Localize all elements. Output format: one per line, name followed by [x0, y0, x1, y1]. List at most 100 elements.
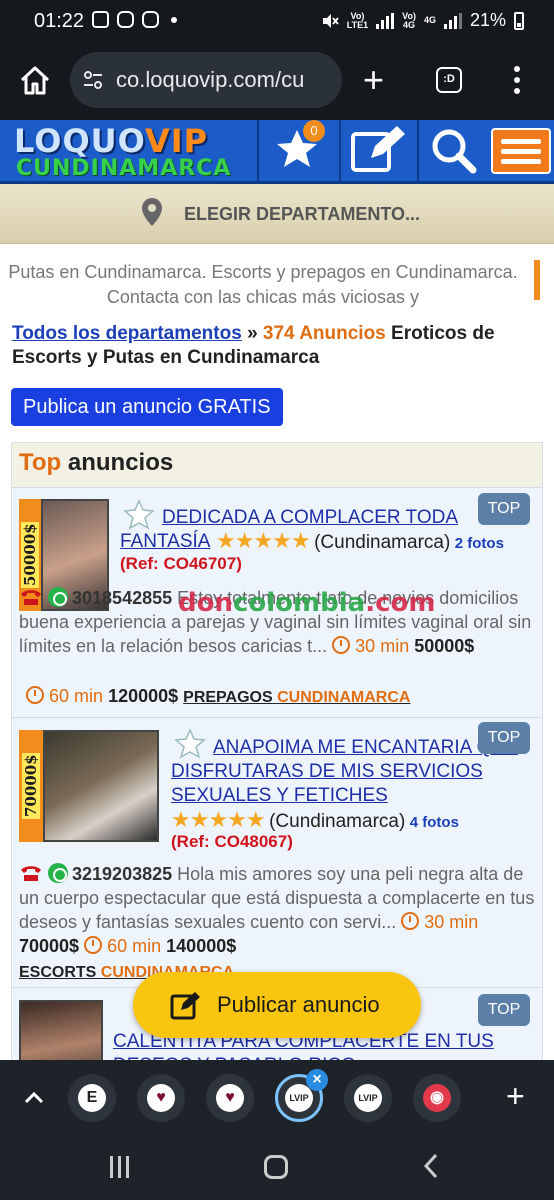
listing-ref: (Ref: CO46707) [120, 554, 242, 573]
add-tab-button[interactable]: + [506, 1078, 525, 1115]
lte1-label: LTE1 [346, 19, 369, 30]
home-icon[interactable] [18, 64, 52, 98]
listing-meta: ★★★★★ (Cundinamarca) 2 fotos [216, 528, 504, 554]
edit-icon [170, 992, 200, 1020]
listing-photo-count[interactable]: 2 fotos [455, 535, 504, 552]
browser-tab-strip: E ♥ ♥ LVIP × LVIP ◉ + [0, 1060, 554, 1136]
recent-apps-icon[interactable] [110, 1156, 132, 1178]
listing-photo[interactable] [19, 1000, 103, 1060]
signal-icon-2 [443, 12, 462, 29]
rating-stars: ★★★★★ [171, 807, 266, 832]
site-settings-icon[interactable] [82, 69, 104, 91]
search-icon [432, 129, 477, 174]
price-tag-text: 70000$ [22, 752, 40, 820]
top-heading-rest: anuncios [61, 449, 174, 476]
url-text[interactable]: co.loquovip.com/cu [116, 67, 304, 93]
category-name: ESCORTS [19, 964, 97, 981]
notification-icons [92, 11, 177, 28]
watermark: doncolombia.com [178, 588, 435, 618]
logo-vip-text: VIP [144, 122, 209, 160]
battery-percent: 21% [469, 10, 506, 30]
new-tab-button[interactable]: + [363, 62, 384, 98]
tab-3[interactable]: ♥ [206, 1074, 254, 1122]
clock-icon [84, 936, 103, 954]
logo-main-text: LOQUO [14, 122, 145, 160]
listing-region: (Cundinamarca) [269, 811, 406, 832]
star-icon [277, 130, 317, 167]
department-selector[interactable]: ELEGIR DEPARTAMENTO... [0, 184, 554, 244]
rate-duration: 30 min [424, 912, 479, 932]
tab-switcher-button[interactable]: :D [436, 67, 462, 93]
listing-description: 3219203825 Hola mis amores soy una peli … [19, 862, 535, 958]
breadcrumb-separator: » [241, 323, 263, 344]
rate-price: 140000$ [166, 936, 237, 956]
4g-label: 4G [403, 19, 416, 30]
listing-ref: (Ref: CO48067) [171, 832, 293, 851]
watermark-part3: .com [365, 588, 436, 618]
instagram-notification-icon-2 [142, 11, 159, 28]
listing-region: (Cundinamarca) [314, 532, 451, 553]
category-city: CUNDINAMARCA [277, 689, 411, 706]
mute-icon [322, 13, 339, 28]
search-button[interactable] [417, 120, 489, 181]
category-link[interactable]: PREPAGOS CUNDINAMARCA [183, 689, 410, 706]
listing-phone[interactable]: 3219203825 [72, 864, 172, 884]
site-logo[interactable]: LOQUOVIP [14, 122, 208, 160]
hamburger-menu-icon[interactable] [491, 128, 551, 174]
whatsapp-icon [48, 863, 69, 883]
watermark-part1: don [178, 588, 233, 618]
home-nav-icon[interactable] [264, 1155, 288, 1179]
tab-favicon: LVIP [354, 1084, 382, 1112]
listing-photo-count[interactable]: 4 fotos [410, 814, 459, 831]
instagram-notification-icon [117, 11, 134, 28]
location-pin-icon [142, 198, 162, 226]
volte-4g-label: Vo) 4G [402, 11, 416, 30]
tab-2[interactable]: ♥ [137, 1074, 185, 1122]
listing-photo[interactable] [43, 730, 159, 842]
address-bar[interactable]: co.loquovip.com/cu [70, 52, 342, 108]
signal-icon-1 [376, 12, 395, 29]
listing-phone[interactable]: 3018542855 [72, 588, 172, 608]
rate-duration: 60 min [49, 686, 104, 706]
tab-favicon: ◉ [423, 1084, 451, 1112]
battery-icon [514, 11, 524, 30]
browser-menu-icon[interactable] [514, 66, 522, 96]
all-departments-link[interactable]: Todos los departamentos [12, 323, 242, 344]
listing-card[interactable]: 70000$ ANAPOIMA ME ENCANTARIA QUE DISFRU… [12, 717, 542, 987]
top-badge: TOP [478, 722, 530, 754]
tab-4-active[interactable]: LVIP × [275, 1069, 328, 1122]
chevron-up-icon[interactable] [22, 1086, 46, 1110]
listing-meta: ★★★★★ (Cundinamarca) 4 fotos [171, 807, 459, 833]
ad-count: 374 Anuncios [262, 323, 386, 344]
watermark-part2: colombia [232, 588, 366, 618]
rate-duration: 60 min [107, 936, 162, 956]
rate-price: 120000$ [108, 686, 179, 706]
post-ad-button[interactable] [339, 120, 415, 181]
tab-favicon: ♥ [216, 1084, 244, 1112]
clock-icon [26, 686, 44, 704]
logo-region: CUNDINAMARCA [16, 156, 232, 181]
browser-toolbar: co.loquovip.com/cu + :D [0, 44, 554, 120]
system-navigation-bar [0, 1136, 554, 1200]
tab-5[interactable]: LVIP [344, 1074, 392, 1122]
4g-data-label: 4G [423, 15, 436, 25]
top-ads-heading: Top anuncios [12, 443, 542, 487]
volte-lte1-label: Vo) LTE1 [346, 11, 369, 30]
rating-stars: ★★★★★ [216, 528, 311, 553]
close-tab-icon[interactable]: × [306, 1069, 328, 1091]
listing-card[interactable]: 50000$ DEDICADA A COMPLACER TODA FANTASÍ… [12, 487, 542, 717]
clock-icon [332, 636, 351, 654]
system-status: Vo) LTE1 Vo) 4G 4G 21% [321, 10, 524, 31]
back-icon[interactable] [422, 1152, 442, 1180]
price-tag-text: 50000$ [21, 521, 39, 589]
publish-ad-fab[interactable]: Publicar anuncio [133, 972, 421, 1038]
tab-6[interactable]: ◉ [413, 1074, 461, 1122]
gallery-notification-icon [92, 11, 109, 28]
tab-1[interactable]: E [68, 1074, 116, 1122]
status-bar: 01:22 Vo) LTE1 Vo) 4G 4G 21% [0, 0, 554, 44]
publish-ad-button[interactable]: Publica un anuncio GRATIS [11, 388, 283, 426]
price-tag: 70000$ [19, 730, 43, 842]
category-name: PREPAGOS [183, 689, 273, 706]
favorites-button[interactable] [257, 120, 337, 181]
status-time: 01:22 [34, 10, 85, 32]
